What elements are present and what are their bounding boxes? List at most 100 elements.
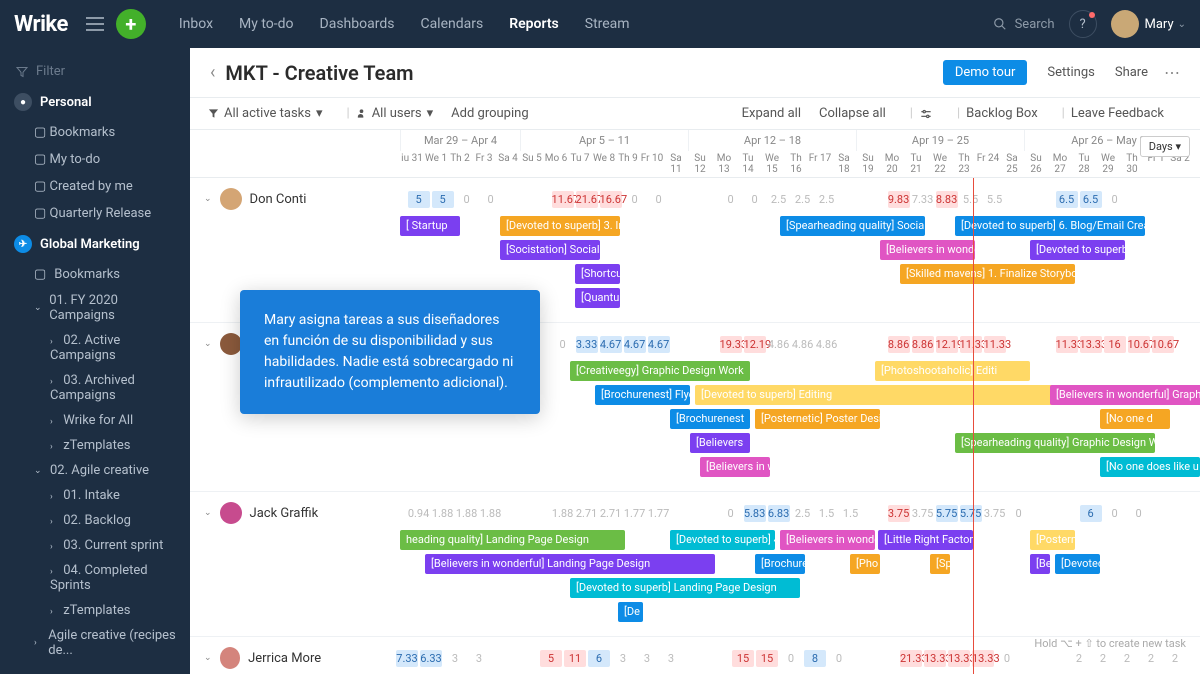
- task-bar[interactable]: [Devoted to superb] Landing Page Design: [570, 578, 800, 598]
- task-bar[interactable]: [No one d: [1100, 409, 1170, 429]
- sidebar-fy-1[interactable]: › 03. Archived Campaigns: [0, 368, 190, 408]
- sidebar-fy-0[interactable]: › 02. Active Campaigns: [0, 328, 190, 368]
- user-name[interactable]: Mary: [1145, 17, 1174, 32]
- task-bar[interactable]: [ Startup: [400, 216, 460, 236]
- nav-inbox[interactable]: Inbox: [166, 16, 226, 32]
- nav-stream[interactable]: Stream: [572, 16, 643, 32]
- expand-icon[interactable]: ›: [50, 607, 60, 617]
- settings-icon[interactable]: [919, 107, 933, 121]
- search-input[interactable]: Search: [993, 17, 1055, 32]
- user-avatar[interactable]: [1111, 10, 1139, 38]
- sidebar-personal-1[interactable]: ▢ My to-do: [0, 146, 190, 173]
- expand-icon[interactable]: ›: [50, 517, 60, 527]
- task-bar[interactable]: [Quantum: [575, 288, 620, 308]
- expand-icon[interactable]: ›: [50, 492, 60, 502]
- expand-icon[interactable]: ›: [50, 377, 60, 387]
- time-unit-dropdown[interactable]: Days ▾: [1140, 136, 1190, 157]
- demo-tour-button[interactable]: Demo tour: [943, 60, 1028, 85]
- task-bar[interactable]: [Brochurenest: [670, 409, 750, 429]
- task-bar[interactable]: [Postern: [1030, 530, 1075, 550]
- expand-all-button[interactable]: Expand all: [742, 106, 801, 121]
- expand-icon[interactable]: ›: [50, 337, 60, 347]
- task-bar[interactable]: [Believers in wonderful] Graphic De: [1050, 385, 1200, 405]
- sidebar-agile-1[interactable]: › 02. Backlog: [0, 508, 190, 533]
- sidebar-personal-2[interactable]: ▢ Created by me: [0, 173, 190, 200]
- sidebar-section-personal[interactable]: ●Personal: [0, 85, 190, 119]
- back-button[interactable]: ‹: [210, 62, 215, 83]
- leave-feedback-button[interactable]: Leave Feedback: [1071, 106, 1164, 121]
- task-bar[interactable]: [Believers in wonder: [780, 530, 875, 550]
- nav-my-to-do[interactable]: My to-do: [226, 16, 307, 32]
- task-bar[interactable]: [Brochurenest] Flyer/: [595, 385, 690, 405]
- task-bar[interactable]: [Beli: [1030, 554, 1050, 574]
- nav-calendars[interactable]: Calendars: [407, 16, 496, 32]
- task-bar[interactable]: [Believers in wonderful] Landing Page De…: [425, 554, 715, 574]
- sidebar-agile-4[interactable]: › zTemplates: [0, 598, 190, 623]
- filter-input[interactable]: Filter: [0, 58, 190, 85]
- sidebar-section-global-marketing[interactable]: ✈Global Marketing: [0, 227, 190, 261]
- sidebar-agile-2[interactable]: › 03. Current sprint: [0, 533, 190, 558]
- expand-icon[interactable]: ›: [50, 542, 60, 552]
- task-bar[interactable]: [Pho: [850, 554, 880, 574]
- task-bar[interactable]: [Creativeegy] Graphic Design Work: [570, 361, 750, 381]
- expand-icon[interactable]: ⌄: [34, 303, 43, 313]
- sidebar-folder-agile-recipes[interactable]: ›Agile creative (recipes de...: [0, 623, 190, 663]
- task-bar[interactable]: [Devoted to superb] S: [1030, 240, 1125, 260]
- more-icon[interactable]: ⋯: [1164, 63, 1180, 82]
- filter-tasks-dropdown[interactable]: All active tasks ▾: [208, 106, 323, 121]
- nav-dashboards[interactable]: Dashboards: [307, 16, 408, 32]
- task-bar[interactable]: [Spearheading quality] Graphic Design Wo…: [955, 433, 1155, 453]
- task-bar[interactable]: [Sp: [930, 554, 950, 574]
- expand-icon[interactable]: ›: [50, 567, 60, 577]
- task-bar[interactable]: [Believers: [690, 433, 750, 453]
- task-bar[interactable]: [Posternetic] Poster Design: [755, 409, 880, 429]
- add-grouping-button[interactable]: Add grouping: [451, 106, 528, 121]
- collapse-icon[interactable]: ⌄: [204, 339, 212, 349]
- sidebar-fy-2[interactable]: › Wrike for All: [0, 408, 190, 433]
- expand-icon[interactable]: ›: [50, 417, 60, 427]
- task-bar[interactable]: [Skilled mavens] 1. Finalize Storyboard: [900, 264, 1075, 284]
- task-bar[interactable]: [Devoted to superb] 3. Init: [500, 216, 620, 236]
- collapse-icon[interactable]: ⌄: [204, 194, 212, 204]
- task-bar[interactable]: [Devoted to superb] 4: [670, 530, 775, 550]
- backlog-box-button[interactable]: Backlog Box: [966, 106, 1038, 121]
- share-link[interactable]: Share: [1115, 65, 1148, 80]
- expand-icon[interactable]: ›: [34, 638, 42, 648]
- task-bar[interactable]: [Devoted to superb] Editing: [695, 385, 1095, 405]
- sidebar-fy-3[interactable]: › zTemplates: [0, 433, 190, 458]
- sidebar-item-bookmarks[interactable]: ▢ Bookmarks: [0, 261, 190, 288]
- sidebar-personal-3[interactable]: ▢ Quarterly Release: [0, 200, 190, 227]
- collapse-icon[interactable]: ⌄: [204, 508, 212, 518]
- hours-cell: [864, 505, 886, 522]
- new-button[interactable]: +: [116, 9, 146, 39]
- sidebar-folder-fy2020[interactable]: ⌄01. FY 2020 Campaigns: [0, 288, 190, 328]
- hours-cell: 6: [588, 650, 610, 667]
- task-bar[interactable]: [Shortcuts: [575, 264, 620, 284]
- expand-icon[interactable]: ⌄: [34, 466, 44, 476]
- task-bar[interactable]: [Devoted: [1055, 554, 1100, 574]
- hamburger-icon[interactable]: [86, 17, 104, 31]
- task-bar[interactable]: [Believers in wonder: [880, 240, 975, 260]
- task-bar[interactable]: [Devoted to superb] 6. Blog/Email Creati…: [955, 216, 1145, 236]
- sidebar-personal-0[interactable]: ▢ Bookmarks: [0, 119, 190, 146]
- sidebar-folder-agile[interactable]: ⌄02. Agile creative: [0, 458, 190, 483]
- task-bar[interactable]: [De: [618, 602, 643, 622]
- task-bar[interactable]: heading quality] Landing Page Design: [400, 530, 625, 550]
- collapse-icon[interactable]: ⌄: [204, 653, 212, 663]
- collapse-all-button[interactable]: Collapse all: [819, 106, 886, 121]
- task-bar[interactable]: [Spearheading quality] Social Co: [780, 216, 925, 236]
- task-bar[interactable]: [Photoshootaholic] Editi: [875, 361, 1030, 381]
- expand-icon[interactable]: ›: [50, 442, 60, 452]
- task-bar[interactable]: [Believers in wo: [700, 457, 770, 477]
- chevron-down-icon[interactable]: ⌄: [1178, 19, 1186, 30]
- nav-reports[interactable]: Reports: [496, 16, 572, 32]
- filter-users-dropdown[interactable]: All users ▾: [356, 106, 433, 121]
- task-bar[interactable]: [Brochure: [755, 554, 805, 574]
- task-bar[interactable]: [No one does like u: [1100, 457, 1200, 477]
- task-bar[interactable]: [Little Right Factor] P: [878, 530, 973, 550]
- task-bar[interactable]: [Socistation] Social Co: [500, 240, 600, 260]
- sidebar-agile-0[interactable]: › 01. Intake: [0, 483, 190, 508]
- sidebar-agile-3[interactable]: › 04. Completed Sprints: [0, 558, 190, 598]
- settings-link[interactable]: Settings: [1047, 65, 1094, 80]
- help-button[interactable]: ?: [1069, 10, 1097, 38]
